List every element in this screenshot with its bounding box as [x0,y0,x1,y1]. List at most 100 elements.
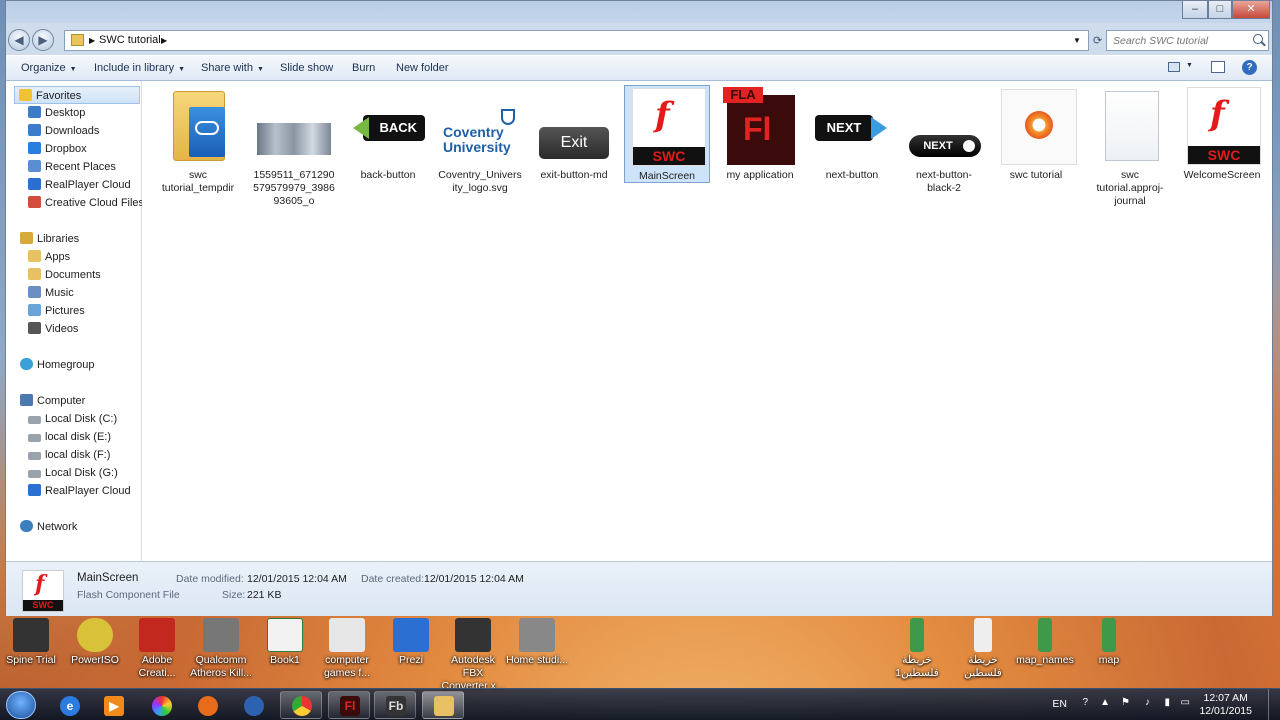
creative-cloud-icon [28,196,41,208]
search-icon[interactable] [1253,34,1263,44]
refresh-icon[interactable]: ⟳ [1093,34,1102,47]
file-item-selected[interactable]: f SWC MainScreen [624,85,710,183]
nav-computer[interactable]: Computer [20,392,85,410]
address-bar[interactable]: ▶ SWC tutorial ▶ ▼ [64,30,1089,51]
desktop-icon[interactable]: Qualcomm Atheros Kill... [188,618,254,680]
taskbar-chrome[interactable] [280,691,322,719]
chevron-down-icon[interactable]: ▼ [1073,36,1081,45]
desktop-icon[interactable]: computer games f... [314,618,380,680]
battery-icon[interactable]: ▭ [1181,697,1190,708]
search-box[interactable] [1106,30,1269,51]
new-folder-button[interactable]: New folder [396,62,449,74]
breadcrumb-item[interactable]: SWC tutorial [99,34,161,46]
file-item[interactable]: Exit exit-button-md [532,87,616,182]
next-button-thumbnail: NEXT [813,87,891,165]
desktop-icon[interactable]: خريطة فلسطين [950,618,1016,680]
include-in-library-button[interactable]: Include in library ▼ [94,62,185,74]
dropbox-icon [28,142,41,154]
nav-homegroup[interactable]: Homegroup [20,356,94,374]
file-item[interactable]: swc tutorial.approj-journal [1088,87,1172,208]
file-item[interactable]: Coventry University Coventry_University_… [438,87,522,195]
nav-network[interactable]: Network [20,518,77,536]
maximize-button[interactable]: □ [1208,1,1232,19]
file-item[interactable]: swc tutorial_tempdir [156,87,240,195]
show-desktop-button[interactable] [1268,689,1280,720]
chevron-right-icon[interactable]: ▶ [161,36,167,45]
desktop-icon[interactable]: PowerISO [62,618,128,667]
file-item[interactable]: FLA Fl my application [718,87,802,182]
flash-builder-icon: Fb [386,696,406,716]
nav-local-disk-f[interactable]: local disk (F:) [28,446,110,464]
spine-icon [13,618,49,652]
realplayer-cloud-icon [28,484,41,496]
desktop-icon[interactable]: map_names [1012,618,1078,667]
file-item[interactable]: NEXT next-button [810,87,894,182]
desktop-icon[interactable]: Adobe Creati... [124,618,190,680]
taskbar-flash[interactable]: Fl [328,691,370,719]
organize-button[interactable]: Organize ▼ [21,62,77,74]
file-item[interactable]: swc tutorial [994,87,1078,182]
desktop-icon[interactable]: Spine Trial [0,618,64,667]
back-nav-button[interactable]: ◀ [8,29,30,51]
nav-favorites[interactable]: Favorites [14,86,140,104]
search-input[interactable] [1107,31,1247,50]
nav-local-disk-g[interactable]: Local Disk (G:) [28,464,118,482]
taskbar-media-player[interactable]: ▶ [92,691,134,719]
desktop-icon[interactable]: Book1 [252,618,318,667]
taskbar-app[interactable] [140,691,182,719]
volume-icon[interactable]: ♪ [1145,697,1150,708]
music-icon [28,286,41,298]
file-item[interactable]: BACK back-button [346,87,430,182]
nav-downloads[interactable]: Downloads [28,122,99,140]
nav-recent-places[interactable]: Recent Places [28,158,116,176]
desktop-icon[interactable]: Home studi... [504,618,570,667]
taskbar-ie[interactable]: e [48,691,90,719]
chevron-down-icon[interactable]: ▼ [1186,62,1193,69]
nav-documents[interactable]: Documents [28,266,101,284]
slide-show-button[interactable]: Slide show [280,62,333,74]
file-item[interactable]: f SWC WelcomeScreen [1180,87,1264,182]
nav-realplayer-cloud-drive[interactable]: RealPlayer Cloud [28,482,131,500]
burn-button[interactable]: Burn [352,62,375,74]
file-item[interactable]: NEXT next-button-black-2 [902,87,986,195]
forward-nav-button[interactable]: ▶ [32,29,54,51]
help-icon[interactable]: ? [1242,60,1257,75]
nav-videos[interactable]: Videos [28,320,78,338]
nav-dropbox[interactable]: Dropbox [28,140,87,158]
nav-libraries[interactable]: Libraries [20,230,79,248]
taskbar-firefox[interactable] [186,691,228,719]
file-item[interactable]: 1559511_671290579579979_398693605_o [252,87,336,208]
language-indicator[interactable]: EN [1052,698,1067,710]
desktop-icon[interactable]: Autodesk FBX Converter x... [440,618,506,693]
minimize-button[interactable]: – [1182,1,1208,19]
nav-music[interactable]: Music [28,284,74,302]
share-with-button[interactable]: Share with ▼ [201,62,264,74]
color-wheel-icon [152,696,172,716]
nav-realplayer-cloud[interactable]: RealPlayer Cloud [28,176,131,194]
desktop-icon[interactable]: map [1076,618,1142,667]
project-file-icon [997,87,1077,165]
next-button-black-thumbnail: NEXT [905,87,983,165]
clock[interactable]: 12:07 AM 12/01/2015 [1199,692,1252,718]
nav-apps[interactable]: Apps [28,248,70,266]
change-view-icon[interactable] [1168,62,1180,72]
show-hidden-icons[interactable]: ▲ [1100,697,1110,708]
help-tray-icon[interactable]: ? [1082,697,1088,708]
flag-icon[interactable]: ⚑ [1121,697,1130,708]
nav-local-disk-e[interactable]: local disk (E:) [28,428,111,446]
taskbar-explorer[interactable] [422,691,464,719]
nav-desktop[interactable]: Desktop [28,104,85,122]
close-button[interactable]: ✕ [1232,1,1270,19]
nav-creative-cloud-files[interactable]: Creative Cloud Files [28,194,144,212]
nav-local-disk-c[interactable]: Local Disk (C:) [28,410,117,428]
desktop-icon[interactable]: Prezi [378,618,444,667]
hard-drive-icon [28,452,41,460]
taskbar-flash-builder[interactable]: Fb [374,691,416,719]
chevron-right-icon[interactable]: ▶ [89,36,95,45]
taskbar-thunderbird[interactable] [232,691,274,719]
network-tray-icon[interactable]: ▮ [1164,697,1170,708]
desktop-icon[interactable]: خريطة فلسطين1 [880,618,954,680]
preview-pane-icon[interactable] [1211,61,1225,73]
nav-pictures[interactable]: Pictures [28,302,85,320]
start-button[interactable] [6,691,36,719]
